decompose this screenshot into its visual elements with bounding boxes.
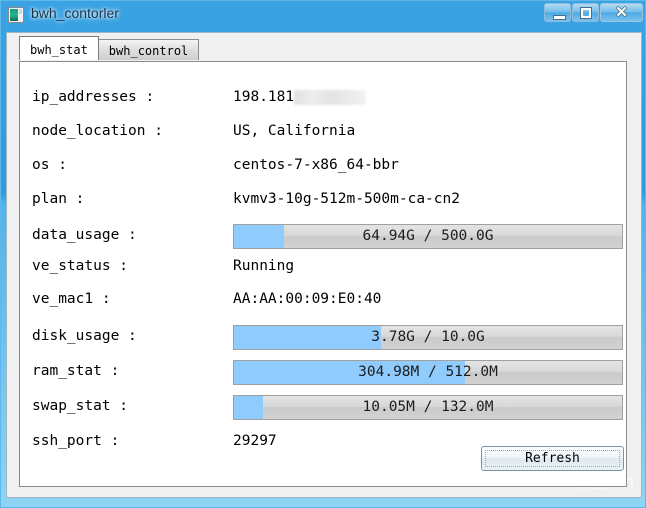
stat-row-value-text: Running (233, 258, 295, 274)
stat-row-value: AA:AA:00:09:E0:40 (233, 291, 381, 307)
tab-page-bwh-stat: ip_addresses : 198.181 node_location : US, … (19, 61, 627, 487)
usage-progress-text: 304.98M / 512.0M (358, 364, 498, 380)
usage-progress-bar: 64.94G / 500.0G (233, 224, 623, 249)
stat-row: ve_status : Running (20, 255, 626, 281)
app-icon-glyph-secondary (19, 9, 22, 14)
usage-progress-bar: 304.98M / 512.0M (233, 360, 623, 385)
title-bar[interactable]: bwh_contorler ✕ (1, 1, 646, 31)
close-icon: ✕ (615, 4, 628, 21)
app-icon (8, 7, 24, 23)
stat-row-value-text: 198.181 (233, 89, 295, 105)
stat-row-value: kvmv3-10g-512m-500m-ca-cn2 (233, 191, 460, 207)
usage-progress-text: 64.94G / 500.0G (362, 228, 494, 244)
stat-row-value: 29297 (233, 433, 277, 449)
usage-progress-text: 10.05M / 132.0M (362, 399, 494, 415)
tab-bwh-stat[interactable]: bwh_stat (19, 36, 99, 60)
stat-row-value-text: 29297 (233, 433, 277, 449)
stat-row-label: ve_status : (32, 258, 129, 274)
stat-row-label: swap_stat : (32, 398, 129, 414)
stat-row: data_usage : 64.94G / 500.0G (20, 224, 626, 250)
stat-row-label: ram_stat : (32, 363, 120, 379)
client-area: bwh_stat bwh_control ip_addresses : 198.1… (6, 32, 642, 498)
stat-row: disk_usage : 3.78G / 10.0G (20, 325, 626, 351)
stat-row-label: ssh_port : (32, 433, 120, 449)
redaction-mask (294, 89, 367, 105)
close-button[interactable]: ✕ (600, 3, 643, 22)
stat-row-label: ve_mac1 : (32, 291, 111, 307)
minimize-button[interactable] (544, 3, 571, 22)
stat-row-label: disk_usage : (32, 328, 137, 344)
refresh-button[interactable]: Refresh (481, 446, 624, 471)
stat-row-label: node_location : (32, 123, 163, 139)
tab-bwh-stat-label: bwh_stat (30, 43, 88, 57)
tab-bwh-control[interactable]: bwh_control (97, 39, 200, 60)
stat-row-value: 198.181 (233, 89, 367, 105)
stat-row-label: data_usage : (32, 227, 137, 243)
stat-row: plan : kvmv3-10g-512m-500m-ca-cn2 (20, 188, 626, 214)
stat-row-value: Running (233, 258, 294, 274)
stat-row-label: os : (32, 157, 67, 173)
maximize-button[interactable] (572, 3, 599, 22)
usage-progress-bar: 10.05M / 132.0M (233, 395, 623, 420)
maximize-icon (580, 7, 592, 19)
usage-progress-text: 3.78G / 10.0G (371, 329, 485, 345)
stat-row-value-text: US, California (233, 123, 356, 139)
stat-row: node_location : US, California (20, 120, 626, 146)
stat-row: os : centos-7-x86_64-bbr (20, 154, 626, 180)
stat-row-value: centos-7-x86_64-bbr (233, 157, 399, 173)
application-window: bwh_contorler ✕ bwh_stat bwh_control ip_… (0, 0, 646, 508)
minimize-icon (553, 15, 566, 20)
tab-bwh-control-label: bwh_control (108, 44, 189, 58)
stat-row-value-text: AA:AA:00:09:E0:40 (233, 291, 382, 307)
stat-row: ve_mac1 : AA:AA:00:09:E0:40 (20, 288, 626, 314)
stat-row-label: plan : (32, 191, 85, 207)
stat-row-label: ip_addresses : (32, 89, 155, 105)
stat-row: ip_addresses : 198.181 (20, 86, 626, 112)
stat-row-value-text: kvmv3-10g-512m-500m-ca-cn2 (233, 191, 460, 207)
window-title: bwh_contorler (31, 5, 119, 21)
stat-row-value-text: centos-7-x86_64-bbr (233, 157, 399, 173)
stat-row-value: US, California (233, 123, 355, 139)
tab-strip: bwh_stat bwh_control (19, 36, 200, 60)
refresh-button-label: Refresh (525, 451, 580, 466)
stat-row: ram_stat : 304.98M / 512.0M (20, 360, 626, 386)
usage-progress-bar: 3.78G / 10.0G (233, 325, 623, 350)
window-controls: ✕ (544, 3, 643, 23)
stat-row: swap_stat : 10.05M / 132.0M (20, 395, 626, 421)
app-icon-glyph (10, 9, 18, 21)
